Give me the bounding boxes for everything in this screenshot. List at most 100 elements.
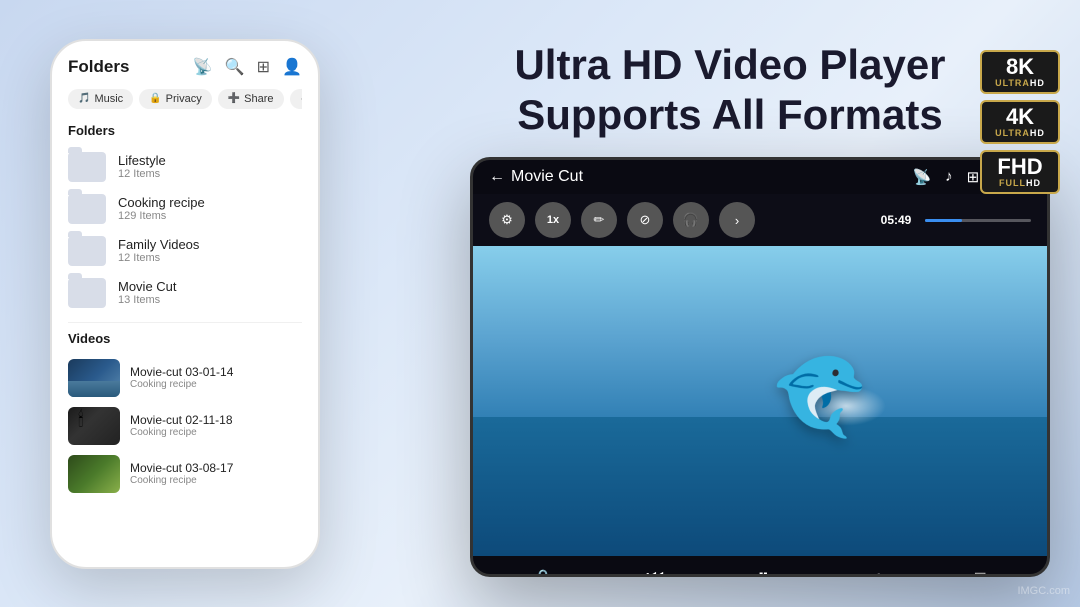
badge-4k: 4K ULTRAHD [980, 100, 1060, 144]
music-icon: 🎵 [78, 93, 90, 104]
tablet-music-icon[interactable]: ♪ [945, 168, 953, 186]
folder-name-family: Family Videos [118, 237, 199, 252]
tablet-screen-icon[interactable]: ⊞ [967, 168, 980, 186]
tool-settings[interactable]: ⚙ [489, 202, 525, 238]
badge-fhd-sub-normal: FULL [999, 178, 1026, 188]
chip-share[interactable]: ➕ Share [218, 89, 284, 109]
tablet-controls: 🔒 ⏮ ⏸ ⏭ ⊡ [473, 556, 1047, 577]
folder-icon-lifestyle [68, 152, 106, 182]
lock-icon: 🔒 [149, 93, 161, 104]
badge-8k-sub-normal: ULTRA [995, 78, 1030, 88]
progress-fill [925, 219, 962, 222]
folder-count-moviecut: 13 Items [118, 294, 177, 306]
back-icon: ← [489, 168, 505, 186]
video-item-1[interactable]: Movie-cut 03-01-14 Cooking recipe [68, 354, 302, 402]
chip-share-label: Share [244, 93, 273, 105]
chip-privacy[interactable]: 🔒 Privacy [139, 89, 212, 109]
video-thumb-1 [68, 359, 120, 397]
badge-4k-sub: ULTRAHD [994, 128, 1046, 138]
progress-time: 05:49 [881, 213, 912, 227]
tool-edit[interactable]: ✏ [581, 202, 617, 238]
hero-line2: Supports All Formats [517, 91, 942, 138]
divider [68, 322, 302, 323]
video-sub-2: Cooking recipe [130, 427, 233, 438]
folders-section-label: Folders [68, 123, 302, 138]
folder-name-lifestyle: Lifestyle [118, 153, 166, 168]
badge-fhd-sub: FULLHD [994, 178, 1046, 188]
dolphin-scene: 🐬 [473, 246, 1047, 556]
phone-header: Folders 📡 🔍 ⊞ 👤 [68, 57, 302, 77]
video-sub-3: Cooking recipe [130, 475, 233, 486]
tablet-video-area: 🐬 [473, 246, 1047, 556]
chip-download[interactable]: ⬇ Download [290, 89, 302, 109]
badge-8k: 8K ULTRAHD [980, 50, 1060, 94]
grid-icon[interactable]: ⊞ [257, 57, 270, 77]
prev-button[interactable]: ⏮ [646, 567, 664, 578]
badge-8k-number: 8K [994, 56, 1046, 78]
folder-count-family: 12 Items [118, 252, 199, 264]
tool-more[interactable]: › [719, 202, 755, 238]
tool-audio[interactable]: 🎧 [673, 202, 709, 238]
fullscreen-button[interactable]: ⊡ [974, 568, 987, 577]
tablet-cast-icon[interactable]: 📡 [912, 168, 931, 186]
resolution-badges: 8K ULTRAHD 4K ULTRAHD FHD FULLHD [980, 50, 1060, 194]
hero-line1: Ultra HD Video Player [514, 41, 945, 88]
folder-count-cooking: 129 Items [118, 210, 205, 222]
tablet-mockup: ← Movie Cut 📡 ♪ ⊞ ≡ ⋮ ⚙ 1x ✏ ⊘ 🎧 › [470, 157, 1050, 577]
folder-name-cooking: Cooking recipe [118, 195, 205, 210]
search-icon[interactable]: 🔍 [225, 57, 245, 77]
chip-music-label: Music [94, 93, 123, 105]
progress-bar[interactable] [925, 219, 1031, 222]
tablet-back-button[interactable]: ← Movie Cut [489, 168, 583, 186]
badge-fhd-number: FHD [994, 156, 1046, 178]
toolbar-row: ⚙ 1x ✏ ⊘ 🎧 › 05:49 [473, 194, 1047, 246]
video-item-3[interactable]: Movie-cut 03-08-17 Cooking recipe [68, 450, 302, 498]
folder-icon-family [68, 236, 106, 266]
phone-header-icons: 📡 🔍 ⊞ 👤 [193, 57, 302, 77]
right-area: Ultra HD Video Player Supports All Forma… [410, 0, 1050, 607]
video-thumb-2 [68, 407, 120, 445]
tablet-header: ← Movie Cut 📡 ♪ ⊞ ≡ ⋮ [473, 160, 1047, 194]
video-thumb-3 [68, 455, 120, 493]
cast-icon[interactable]: 📡 [193, 57, 213, 77]
chip-privacy-label: Privacy [166, 93, 202, 105]
download-icon: ⬇ [300, 93, 302, 104]
next-button[interactable]: ⏭ [862, 567, 880, 578]
folder-moviecut[interactable]: Movie Cut 13 Items [68, 272, 302, 314]
folder-family[interactable]: Family Videos 12 Items [68, 230, 302, 272]
phone-chips: 🎵 Music 🔒 Privacy ➕ Share ⬇ Download [68, 89, 302, 109]
folder-cooking[interactable]: Cooking recipe 129 Items [68, 188, 302, 230]
folder-icon-moviecut [68, 278, 106, 308]
chip-music[interactable]: 🎵 Music [68, 89, 133, 109]
video-name-3: Movie-cut 03-08-17 [130, 461, 233, 475]
water [473, 417, 1047, 557]
user-plus-icon[interactable]: 👤 [282, 57, 302, 77]
tool-block[interactable]: ⊘ [627, 202, 663, 238]
video-item-2[interactable]: Movie-cut 02-11-18 Cooking recipe [68, 402, 302, 450]
tablet-title: Movie Cut [511, 168, 583, 186]
video-name-1: Movie-cut 03-01-14 [130, 365, 233, 379]
hero-title: Ultra HD Video Player Supports All Forma… [410, 40, 1050, 141]
badge-4k-sub-bold: HD [1030, 128, 1045, 138]
badge-fhd: FHD FULLHD [980, 150, 1060, 194]
lock-button[interactable]: 🔒 [533, 568, 553, 577]
videos-section-label: Videos [68, 331, 302, 346]
folder-lifestyle[interactable]: Lifestyle 12 Items [68, 146, 302, 188]
share-icon: ➕ [228, 93, 240, 104]
badge-8k-sub: ULTRAHD [994, 78, 1046, 88]
video-sub-1: Cooking recipe [130, 379, 233, 390]
main-container: Folders 📡 🔍 ⊞ 👤 🎵 Music 🔒 Privacy [0, 0, 1080, 607]
badge-4k-sub-normal: ULTRA [995, 128, 1030, 138]
folder-count-lifestyle: 12 Items [118, 168, 166, 180]
watermark: IMGC.com [1017, 585, 1070, 597]
phone-mockup: Folders 📡 🔍 ⊞ 👤 🎵 Music 🔒 Privacy [50, 39, 320, 569]
folder-name-moviecut: Movie Cut [118, 279, 177, 294]
badge-4k-number: 4K [994, 106, 1046, 128]
badge-8k-sub-bold: HD [1030, 78, 1045, 88]
play-pause-button[interactable]: ⏸ [757, 564, 769, 577]
phone-folders-title: Folders [68, 57, 129, 77]
video-name-2: Movie-cut 02-11-18 [130, 413, 233, 427]
tool-speed[interactable]: 1x [535, 202, 571, 238]
folder-icon-cooking [68, 194, 106, 224]
badge-fhd-sub-bold: HD [1026, 178, 1041, 188]
